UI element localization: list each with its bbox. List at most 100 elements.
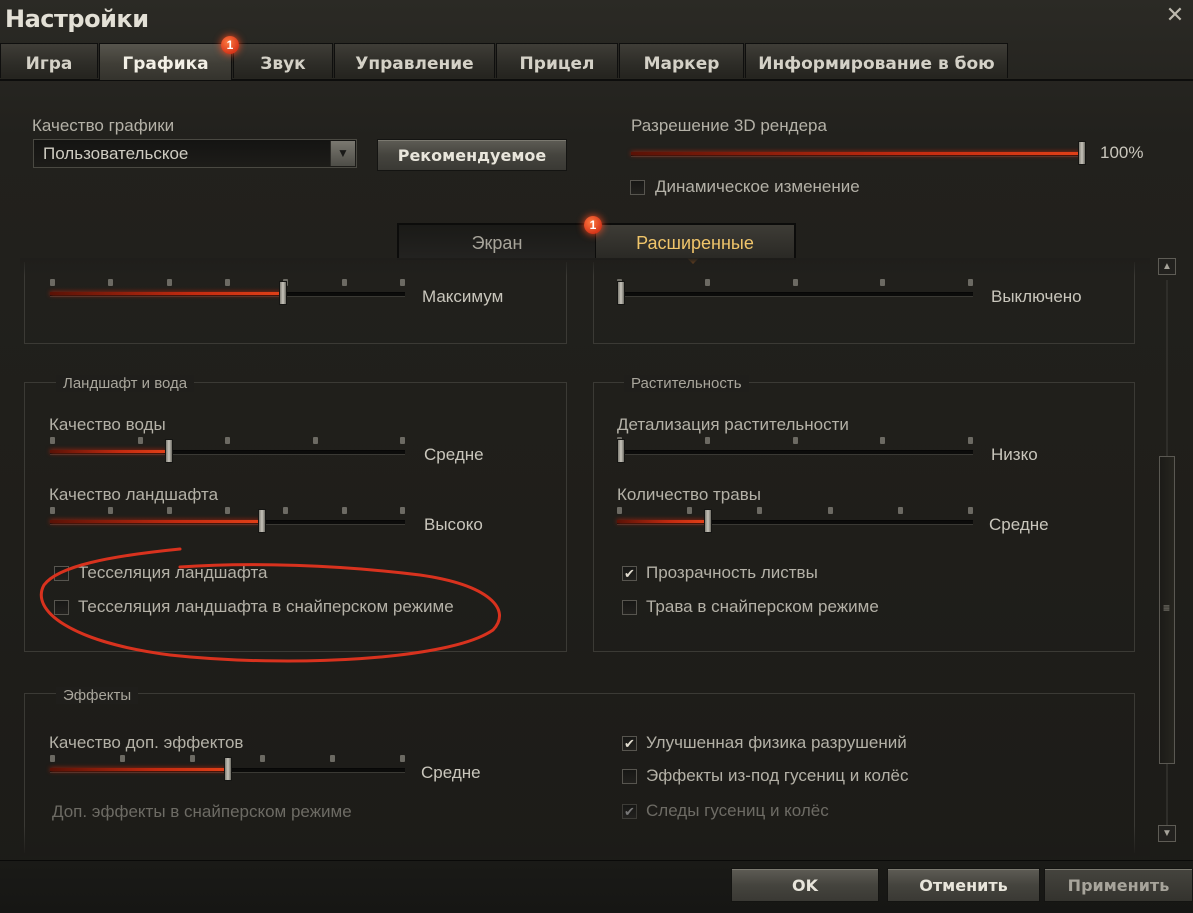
scroll-handle[interactable]: ≡	[1159, 456, 1175, 764]
slider-fill	[50, 450, 166, 453]
slider-tick	[283, 507, 288, 514]
quality-select[interactable]: Пользовательское ▼	[33, 139, 357, 168]
slider-tick	[225, 279, 230, 286]
foliage-transparency-checkbox[interactable]: ✔	[622, 566, 637, 581]
foliage-transparency-label: Прозрачность листвы	[646, 563, 818, 582]
tessellation-checkbox[interactable]	[54, 566, 69, 581]
slider-thumb[interactable]	[279, 281, 287, 305]
slider-fill	[617, 520, 705, 523]
render3d-value: 100%	[1100, 143, 1144, 162]
landscape-legend: Ландшафт и вода	[56, 375, 195, 392]
draw-distance-slider[interactable]	[50, 279, 405, 305]
slider-tick	[167, 279, 172, 286]
render3d-slider[interactable]	[631, 139, 1086, 165]
destruction-physics-checkbox[interactable]: ✔	[622, 736, 637, 751]
slider-fill	[50, 520, 261, 523]
slider-tick	[330, 755, 335, 762]
dynamic-change-label: Динамическое изменение	[655, 177, 860, 196]
grass-amount-label: Количество травы	[617, 485, 761, 504]
slider-tick	[108, 279, 113, 286]
slider-tick	[828, 507, 833, 514]
slider-tick	[793, 279, 798, 286]
content-top-fade	[20, 258, 1150, 276]
distant-quality-slider[interactable]	[617, 279, 973, 305]
slider-tick	[687, 507, 692, 514]
vegetation-legend: Растительность	[624, 375, 749, 392]
slider-thumb[interactable]	[258, 509, 266, 533]
slider-tick	[400, 755, 405, 762]
slider-tick	[50, 755, 55, 762]
grass-amount-value: Средне	[989, 515, 1049, 534]
slider-tick	[50, 507, 55, 514]
slider-tick	[400, 279, 405, 286]
tab-sound[interactable]: Звук	[233, 43, 333, 78]
slider-thumb[interactable]	[224, 757, 232, 781]
content-bottom-fade	[20, 826, 1150, 856]
tab-marker[interactable]: Маркер	[619, 43, 744, 78]
slider-tick	[342, 507, 347, 514]
chevron-down-icon: ▼	[330, 141, 355, 166]
slider-tick	[400, 437, 405, 444]
slider-tick	[757, 507, 762, 514]
slider-track	[617, 292, 973, 297]
content-scrollbar[interactable]: ▲ ≡ ▼	[1158, 258, 1176, 846]
extra-effects-value: Средне	[421, 763, 481, 782]
slider-tick	[880, 437, 885, 444]
grass-sniper-checkbox[interactable]	[622, 600, 637, 615]
slider-tick	[617, 507, 622, 514]
track-effects-checkbox[interactable]	[622, 769, 637, 784]
screen-subtab-badge: 1	[584, 216, 602, 234]
slider-tick	[120, 755, 125, 762]
terrain-quality-slider[interactable]	[50, 507, 405, 533]
ok-button[interactable]: OK	[731, 868, 879, 902]
scroll-down-button[interactable]: ▼	[1158, 825, 1176, 842]
terrain-quality-value: Высоко	[424, 515, 483, 534]
tab-game[interactable]: Игра	[0, 43, 98, 78]
slider-thumb[interactable]	[1078, 141, 1086, 165]
draw-distance-value: Максимум	[422, 287, 504, 306]
tab-crosshair[interactable]: Прицел	[496, 43, 618, 78]
water-quality-slider[interactable]	[50, 437, 405, 463]
water-quality-label: Качество воды	[49, 415, 166, 434]
vegetation-detail-slider[interactable]	[617, 437, 973, 463]
slider-tick	[968, 507, 973, 514]
track-effects-label: Эффекты из-под гусениц и колёс	[646, 766, 909, 785]
slider-track	[617, 450, 973, 455]
subtab-screen[interactable]: Экран	[399, 225, 595, 258]
grass-amount-slider[interactable]	[617, 507, 973, 533]
effects-legend: Эффекты	[56, 687, 139, 704]
distant-quality-value: Выключено	[991, 287, 1082, 306]
slider-tick	[400, 507, 405, 514]
extra-effects-slider[interactable]	[50, 755, 405, 781]
vegetation-detail-label: Детализация растительности	[617, 415, 849, 434]
slider-thumb[interactable]	[617, 439, 625, 463]
slider-thumb[interactable]	[617, 281, 625, 305]
scroll-up-button[interactable]: ▲	[1158, 258, 1176, 275]
grip-icon: ≡	[1163, 601, 1171, 615]
tab-graphics[interactable]: Графика	[99, 43, 232, 80]
slider-tick	[968, 437, 973, 444]
cancel-button[interactable]: Отменить	[887, 868, 1040, 902]
extra-effects-label: Качество доп. эффектов	[49, 733, 244, 752]
slider-tick	[793, 437, 798, 444]
slider-tick	[190, 755, 195, 762]
recommended-button[interactable]: Рекомендуемое	[377, 139, 567, 171]
apply-button[interactable]: Применить	[1044, 868, 1193, 902]
tessellation-sniper-checkbox[interactable]	[54, 600, 69, 615]
slider-tick	[898, 507, 903, 514]
water-quality-value: Средне	[424, 445, 484, 464]
slider-tick	[225, 507, 230, 514]
slider-tick	[705, 437, 710, 444]
close-icon[interactable]: ✕	[1164, 4, 1186, 26]
subtab-advanced[interactable]: Расширенные	[595, 225, 794, 258]
tab-battle-info[interactable]: Информирование в бою	[745, 43, 1008, 78]
tab-controls[interactable]: Управление	[334, 43, 495, 78]
slider-tick	[138, 437, 143, 444]
slider-thumb[interactable]	[165, 439, 173, 463]
slider-tick	[313, 437, 318, 444]
dynamic-change-checkbox[interactable]	[630, 180, 645, 195]
slider-fill	[50, 768, 226, 771]
slider-thumb[interactable]	[704, 509, 712, 533]
track-marks-checkbox[interactable]: ✔	[622, 804, 637, 819]
slider-tick	[167, 507, 172, 514]
